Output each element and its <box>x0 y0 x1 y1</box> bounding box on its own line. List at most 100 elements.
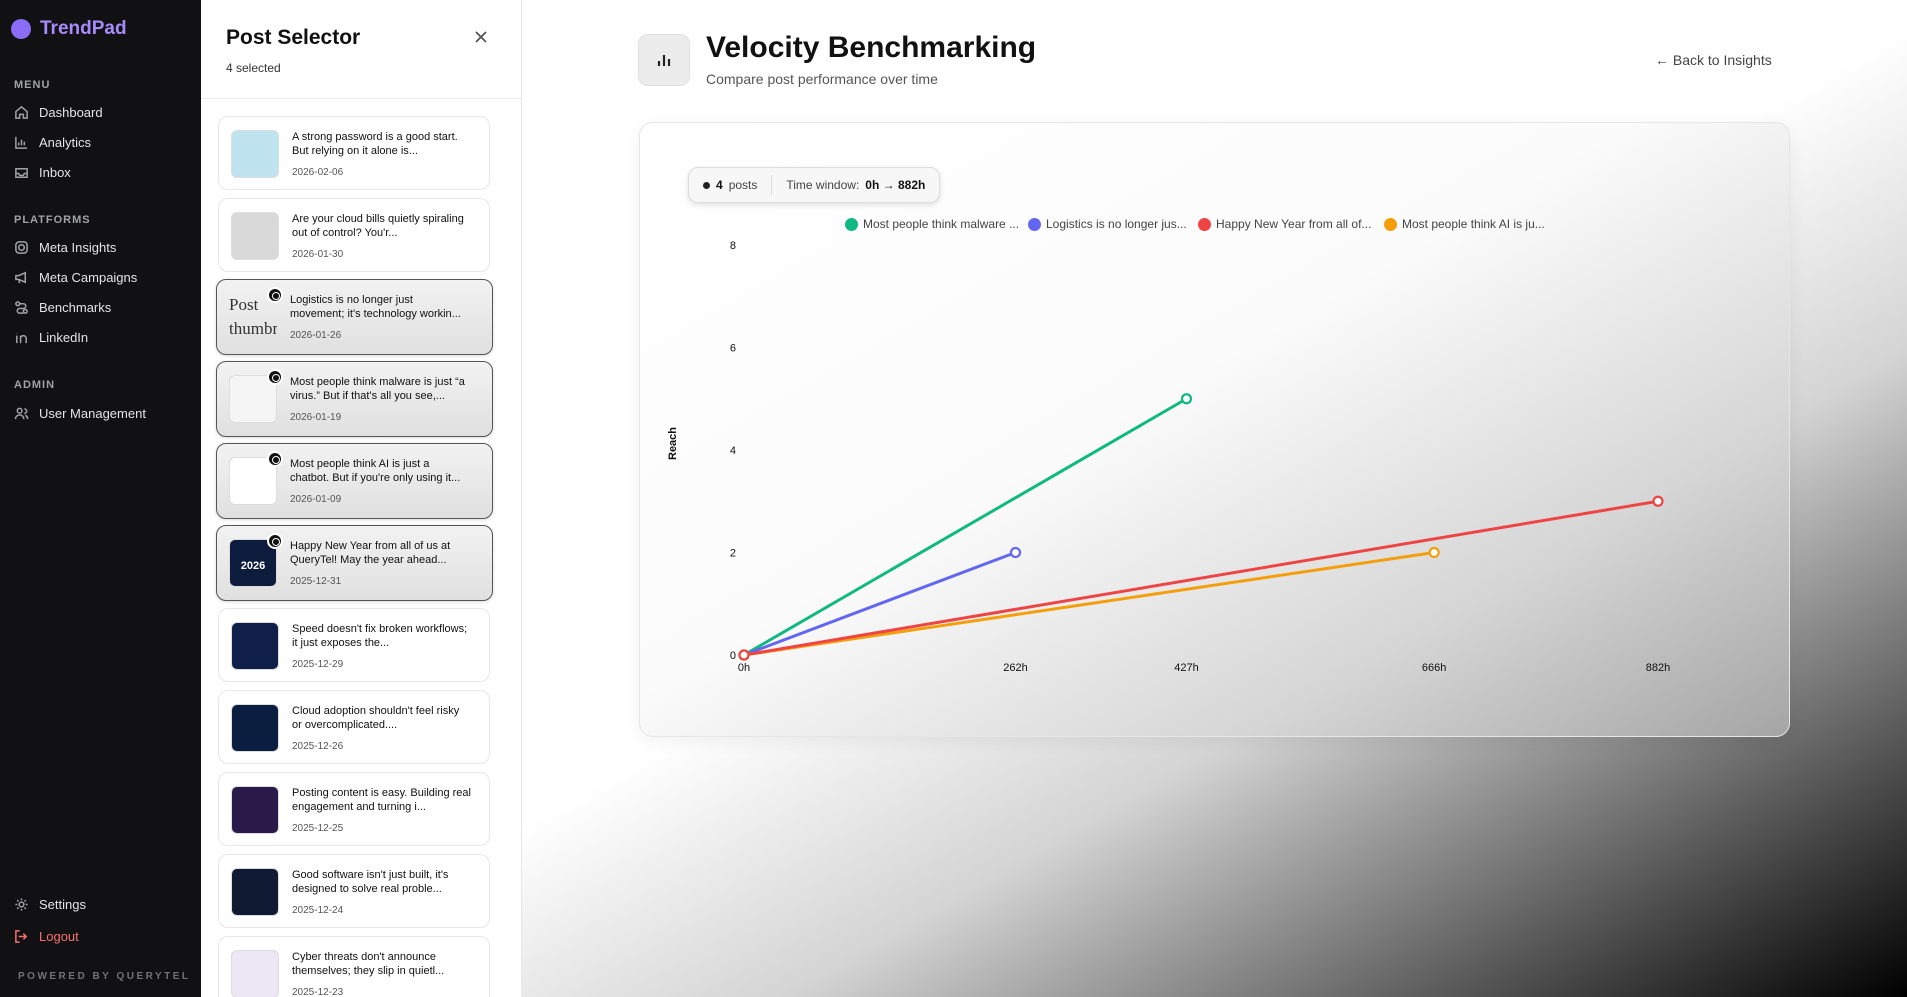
selected-check-icon <box>267 451 283 467</box>
data-point[interactable] <box>1180 393 1193 405</box>
y-tick-label: 8 <box>730 240 736 252</box>
post-excerpt: Cloud adoption shouldn't feel risky or o… <box>292 705 460 731</box>
main-content: Velocity Benchmarking Compare post perfo… <box>522 0 1907 997</box>
post-thumbnail <box>231 622 279 670</box>
close-button[interactable] <box>473 29 489 45</box>
post-date: 2026-01-19 <box>290 412 342 423</box>
users-icon <box>14 407 29 420</box>
x-tick-label: 0h <box>738 662 750 674</box>
sidebar-item-analytics[interactable]: Analytics <box>14 135 91 150</box>
data-point[interactable] <box>1009 546 1022 559</box>
selected-count: 4 selected <box>226 61 281 75</box>
sidebar-item-label: Dashboard <box>39 105 103 120</box>
post-card[interactable]: Are your cloud bills quietly spiraling o… <box>218 198 490 272</box>
post-date: 2025-12-31 <box>290 576 342 587</box>
route-icon <box>15 301 28 314</box>
panel-title: Post Selector <box>226 26 361 49</box>
page-title: Velocity Benchmarking <box>706 31 1037 64</box>
brand-name: TrendPad <box>40 18 127 39</box>
post-date: 2025-12-25 <box>292 823 344 834</box>
gear-icon <box>15 898 28 911</box>
powered-by: POWERED BY QUERYTEL <box>18 971 191 982</box>
post-date: 2026-01-09 <box>290 494 342 505</box>
sidebar-item-dashboard[interactable]: Dashboard <box>14 105 103 120</box>
megaphone-icon <box>15 271 26 284</box>
panel-divider <box>201 98 521 99</box>
y-tick-label: 2 <box>730 548 736 560</box>
sidebar-item-label: User Management <box>39 406 146 421</box>
platforms-section-title: PLATFORMS <box>14 214 91 226</box>
series-line <box>742 551 1018 657</box>
post-selector-panel: Post Selector 4 selected A strong passwo… <box>201 0 717 997</box>
sidebar-item-label: LinkedIn <box>39 330 89 345</box>
post-card[interactable]: Post thumbnailLogistics is no longer jus… <box>216 279 493 355</box>
menu-section-title: MENU <box>14 79 51 91</box>
post-card[interactable]: Speed doesn't fix broken workflows; it j… <box>218 608 490 682</box>
sidebar-item-user-management[interactable]: User Management <box>14 406 146 421</box>
post-card[interactable]: Most people think malware is just “a vir… <box>216 361 493 437</box>
brand-logo-icon <box>11 19 31 39</box>
linkedin-icon <box>16 332 27 344</box>
y-tick-label: 0 <box>730 650 736 662</box>
post-excerpt: Most people think AI is just a chatbot. … <box>290 458 461 484</box>
selected-check-icon <box>267 287 283 303</box>
post-date: 2026-02-06 <box>292 167 344 178</box>
post-excerpt: Speed doesn't fix broken workflows; it j… <box>292 623 468 649</box>
post-excerpt: Cyber threats don't announce themselves;… <box>292 951 445 977</box>
sidebar-item-meta-insights[interactable]: Meta Insights <box>14 240 116 255</box>
settings-button[interactable]: Settings <box>14 897 86 912</box>
post-excerpt: Are your cloud bills quietly spiraling o… <box>292 213 464 239</box>
x-tick-label: 427h <box>1174 662 1198 674</box>
post-thumbnail <box>231 950 279 997</box>
post-card[interactable]: Most people think AI is just a chatbot. … <box>216 443 493 519</box>
post-excerpt: Logistics is no longer just movement; it… <box>290 294 461 320</box>
thumbnail-text: 2026 <box>240 560 266 572</box>
data-point[interactable] <box>1428 546 1440 559</box>
sidebar-item-linkedin[interactable]: LinkedIn <box>14 330 88 345</box>
selected-check-icon <box>267 369 283 385</box>
post-excerpt: Posting content is easy. Building real e… <box>292 787 471 813</box>
post-thumbnail <box>231 868 279 916</box>
post-date: 2026-01-30 <box>292 249 344 260</box>
x-tick-label: 882h <box>1646 662 1670 674</box>
sidebar-item-label: Meta Campaigns <box>39 270 138 285</box>
sidebar-item-label: Analytics <box>39 135 92 150</box>
back-to-insights-link[interactable]: ← Back to Insights <box>1655 52 1772 68</box>
post-card[interactable]: A strong password is a good start. But r… <box>218 116 490 190</box>
sidebar-item-inbox[interactable]: Inbox <box>14 165 71 180</box>
close-icon <box>475 31 487 43</box>
post-thumbnail <box>231 786 279 834</box>
post-card[interactable]: Cloud adoption shouldn't feel risky or o… <box>218 690 490 764</box>
post-thumbnail <box>231 212 279 260</box>
post-card[interactable]: Cyber threats don't announce themselves;… <box>218 936 490 997</box>
sidebar-item-meta-campaigns[interactable]: Meta Campaigns <box>14 270 137 285</box>
sidebar-item-label: Benchmarks <box>39 300 112 315</box>
logout-button[interactable]: Logout <box>14 929 79 944</box>
sidebar-item-benchmarks[interactable]: Benchmarks <box>14 300 111 315</box>
x-tick-label: 262h <box>1003 662 1027 674</box>
data-point[interactable] <box>1652 495 1664 507</box>
series-line <box>742 499 1660 657</box>
inbox-icon <box>15 168 28 178</box>
bar-chart-icon <box>15 136 28 149</box>
y-tick-label: 6 <box>730 343 736 355</box>
chart-header-icon <box>638 34 690 86</box>
post-card[interactable]: Good software isn't just built, it's des… <box>218 854 490 928</box>
post-date: 2025-12-23 <box>292 987 344 997</box>
post-excerpt: Good software isn't just built, it's des… <box>292 869 449 895</box>
brand[interactable]: TrendPad <box>11 18 127 40</box>
data-point[interactable] <box>738 649 750 661</box>
logout-label: Logout <box>39 929 79 944</box>
post-excerpt: A strong password is a good start. But r… <box>292 131 458 157</box>
post-date: 2025-12-29 <box>292 659 344 670</box>
instagram-icon <box>15 241 28 254</box>
post-date: 2025-12-26 <box>292 741 344 752</box>
post-card[interactable]: 2026 Happy New Year from all of us at Que… <box>216 525 493 601</box>
post-date: 2026-01-26 <box>290 330 342 341</box>
x-tick-label: 666h <box>1422 662 1446 674</box>
post-card[interactable]: Posting content is easy. Building real e… <box>218 772 490 846</box>
selected-check-icon <box>267 533 283 549</box>
post-excerpt: Happy New Year from all of us at QueryTe… <box>290 540 451 566</box>
logout-icon <box>15 930 28 943</box>
post-list: A strong password is a good start. But r… <box>201 100 501 997</box>
